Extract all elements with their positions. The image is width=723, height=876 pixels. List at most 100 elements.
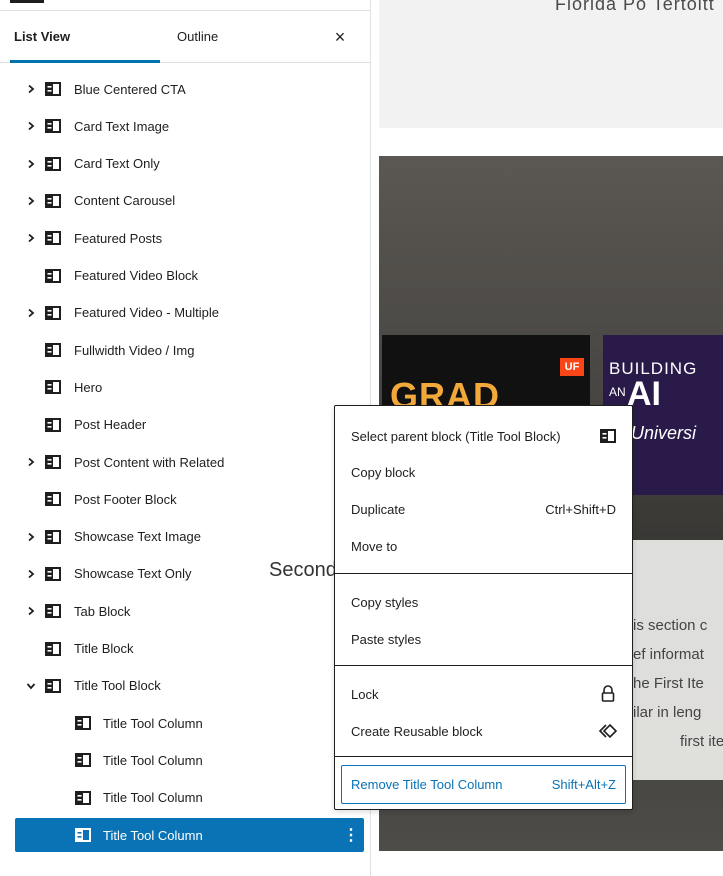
list-view-row[interactable]: Title Tool Column ⋮ <box>15 818 364 852</box>
block-icon <box>44 80 62 98</box>
chevron-right-icon[interactable] <box>25 531 37 543</box>
list-view-row[interactable]: Post Content with Related <box>15 445 364 479</box>
menu-item-label: Select parent block (Title Tool Block) <box>351 428 561 444</box>
block-icon <box>74 714 92 732</box>
row-label: Content Carousel <box>74 193 176 209</box>
list-view-row[interactable]: Tab Block <box>15 594 364 628</box>
block-icon <box>44 229 62 247</box>
row-label: Featured Video Block <box>74 268 199 283</box>
row-label: Tab Block <box>74 603 131 619</box>
uf-logo: UF <box>560 358 584 376</box>
chevron-right-icon[interactable] <box>25 195 37 207</box>
list-view-row[interactable]: Content Carousel <box>15 184 364 218</box>
list-view-row[interactable]: Title Block <box>15 632 364 666</box>
menu-separator <box>335 756 632 757</box>
chevron-right-icon[interactable] <box>25 83 37 95</box>
tab-list-view[interactable]: List View <box>14 11 70 63</box>
paragraph-line: ef informat <box>633 646 704 663</box>
list-view-row[interactable]: Card Text Image <box>15 109 364 143</box>
copy-block-item[interactable]: Copy block <box>335 454 632 490</box>
list-view-row[interactable]: Post Footer Block <box>15 482 364 516</box>
menu-item-label: Move to <box>351 538 398 554</box>
chevron-down-icon[interactable] <box>25 680 37 692</box>
menu-item-label: Create Reusable block <box>351 723 483 739</box>
lock-icon <box>596 682 620 706</box>
remove-block-item[interactable]: Remove Title Tool Column Shift+Alt+Z <box>341 765 626 804</box>
block-icon <box>44 565 62 583</box>
close-icon: × <box>334 26 346 47</box>
move-to-item[interactable]: Move to <box>335 528 632 564</box>
paragraph-line: ilar in leng <box>633 704 702 721</box>
row-label: Showcase Text Only <box>74 566 192 582</box>
block-icon <box>44 341 62 359</box>
second-heading: Second <box>269 559 337 581</box>
row-label: Featured Posts <box>74 230 163 246</box>
section-text: Fiorida Po Tertoitt <box>555 0 715 14</box>
block-icon <box>44 640 62 658</box>
list-view-row[interactable]: Blue Centered CTA <box>15 72 364 106</box>
menu-item-label: Lock <box>351 686 379 702</box>
list-view-row[interactable]: Title Tool Column <box>15 743 364 777</box>
chevron-right-icon[interactable] <box>25 568 37 580</box>
create-reusable-block-item[interactable]: Create Reusable block <box>335 713 632 749</box>
chevron-right-icon[interactable] <box>25 158 37 170</box>
list-view-row[interactable]: Title Tool Column <box>15 706 364 740</box>
chevron-right-icon[interactable] <box>25 456 37 468</box>
list-view-row[interactable]: Hero <box>15 370 364 404</box>
options-kebab-icon[interactable]: ⋮ <box>343 825 359 845</box>
block-icon <box>74 789 92 807</box>
block-icon <box>596 424 620 448</box>
list-view-panel: List View Outline × Blue Centered CTA Car… <box>0 0 371 876</box>
block-options-menu: Select parent block (Title Tool Block) C… <box>334 405 633 810</box>
row-label: Title Tool Column <box>103 827 203 843</box>
menu-item-label: Paste styles <box>351 631 422 647</box>
menu-item-label: Copy block <box>351 464 416 480</box>
active-tab-indicator <box>10 60 160 63</box>
paragraph-line: first ite <box>680 733 723 750</box>
menu-separator <box>335 665 632 666</box>
list-view-row[interactable]: Showcase Text Image <box>15 520 364 554</box>
block-icon <box>44 155 62 173</box>
list-view-row[interactable]: Fullwidth Video / Img <box>15 333 364 367</box>
chevron-right-icon[interactable] <box>25 120 37 132</box>
gray-section: Fiorida Po Tertoitt <box>379 0 723 128</box>
block-icon <box>44 192 62 210</box>
row-label: Fullwidth Video / Img <box>74 342 195 358</box>
tab-outline[interactable]: Outline <box>177 11 218 63</box>
menu-item-label: Remove Title Tool Column <box>351 777 503 792</box>
row-label: Title Tool Block <box>74 678 161 694</box>
row-label: Title Tool Column <box>103 790 203 806</box>
list-view-row[interactable]: Card Text Only <box>15 147 364 181</box>
row-label: Hero <box>74 379 103 395</box>
row-label: Card Text Image <box>74 118 170 134</box>
row-label: Featured Video - Multiple <box>74 305 220 321</box>
row-label: Title Block <box>74 641 134 656</box>
block-icon <box>44 602 62 620</box>
block-icon <box>44 378 62 396</box>
reusable-icon <box>596 719 620 743</box>
paste-styles-item[interactable]: Paste styles <box>335 621 632 657</box>
duplicate-item[interactable]: Duplicate Ctrl+Shift+D <box>335 491 632 527</box>
block-icon <box>44 453 62 471</box>
close-button[interactable]: × <box>328 25 352 49</box>
row-label: Title Tool Column <box>103 715 203 731</box>
row-label: Title Tool Column <box>103 752 203 768</box>
select-parent-block-item[interactable]: Select parent block (Title Tool Block) <box>335 418 632 454</box>
chevron-right-icon[interactable] <box>25 232 37 244</box>
list-view-row[interactable]: Title Tool Column <box>15 781 364 815</box>
block-icon <box>44 117 62 135</box>
block-icon <box>44 267 62 285</box>
list-view-row[interactable]: Title Tool Block <box>15 669 364 703</box>
chevron-right-icon[interactable] <box>25 605 37 617</box>
paragraph-line: he First Ite <box>633 675 704 692</box>
list-view-row[interactable]: Post Header <box>15 408 364 442</box>
block-icon <box>44 416 62 434</box>
menu-item-label: Duplicate <box>351 501 406 517</box>
menu-item-label: Copy styles <box>351 594 419 610</box>
row-label: Post Header <box>74 417 147 433</box>
copy-styles-item[interactable]: Copy styles <box>335 584 632 620</box>
menu-separator <box>335 573 632 574</box>
lock-item[interactable]: Lock <box>335 676 632 712</box>
hero-heading: Pr <box>298 224 339 266</box>
chevron-right-icon[interactable] <box>25 307 37 319</box>
